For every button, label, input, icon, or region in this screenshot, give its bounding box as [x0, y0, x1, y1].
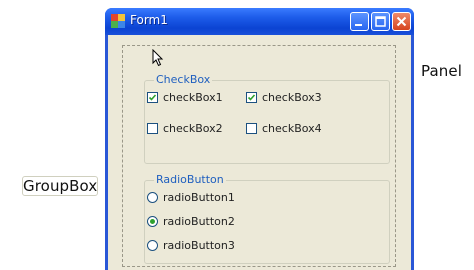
checkbox-3[interactable]: checkBox3 [246, 91, 322, 104]
radio-button-1[interactable]: radioButton1 [147, 191, 235, 204]
minimize-icon [355, 24, 362, 26]
radio-button-1-label: radioButton1 [163, 191, 235, 204]
checkbox-3-label: checkBox3 [262, 91, 322, 104]
radio-button-3-label: radioButton3 [163, 239, 235, 252]
window-title: Form1 [130, 13, 168, 27]
minimize-button[interactable] [350, 12, 369, 31]
form-app-icon [111, 14, 125, 28]
close-icon [396, 16, 407, 27]
radio-button-2-label: radioButton2 [163, 215, 235, 228]
maximize-button[interactable] [371, 12, 390, 31]
checkbox-4[interactable]: checkBox4 [246, 122, 322, 135]
checkbox-2-label: checkBox2 [163, 122, 223, 135]
checkbox-3-box[interactable] [246, 92, 257, 103]
title-bar[interactable]: Form1 [105, 8, 414, 35]
checkbox-2[interactable]: checkBox2 [147, 122, 223, 135]
checkbox-1[interactable]: checkBox1 [147, 91, 223, 104]
radio-button-2[interactable]: radioButton2 [147, 215, 235, 228]
radio-button-1-circle[interactable] [147, 192, 158, 203]
checkbox-2-box[interactable] [147, 123, 158, 134]
form-window: Form1 CheckBox checkBox1 checkBox3 check… [105, 8, 414, 270]
checkbox-4-box[interactable] [246, 123, 257, 134]
checkbox-1-label: checkBox1 [163, 91, 223, 104]
panel-annotation-label: Panel [421, 62, 462, 80]
mouse-cursor-icon [152, 49, 164, 67]
form-client-area: CheckBox checkBox1 checkBox3 checkBox2 c… [108, 35, 411, 270]
check-mark-icon [247, 94, 256, 101]
checkbox-4-label: checkBox4 [262, 122, 322, 135]
maximize-icon [375, 16, 386, 27]
groupbox-annotation-label: GroupBox [22, 176, 99, 196]
radio-button-2-circle[interactable] [147, 216, 158, 227]
panel: CheckBox checkBox1 checkBox3 checkBox2 c… [122, 45, 396, 267]
radio-button-3[interactable]: radioButton3 [147, 239, 235, 252]
radio-group-title: RadioButton [154, 173, 226, 187]
stage: Panel GroupBox Form1 CheckBox checkBox1 … [0, 0, 474, 270]
check-mark-icon [148, 94, 157, 101]
checkbox-group-title: CheckBox [154, 73, 213, 87]
checkbox-1-box[interactable] [147, 92, 158, 103]
close-button[interactable] [392, 12, 411, 31]
radio-selected-dot [150, 219, 155, 224]
radio-button-3-circle[interactable] [147, 240, 158, 251]
